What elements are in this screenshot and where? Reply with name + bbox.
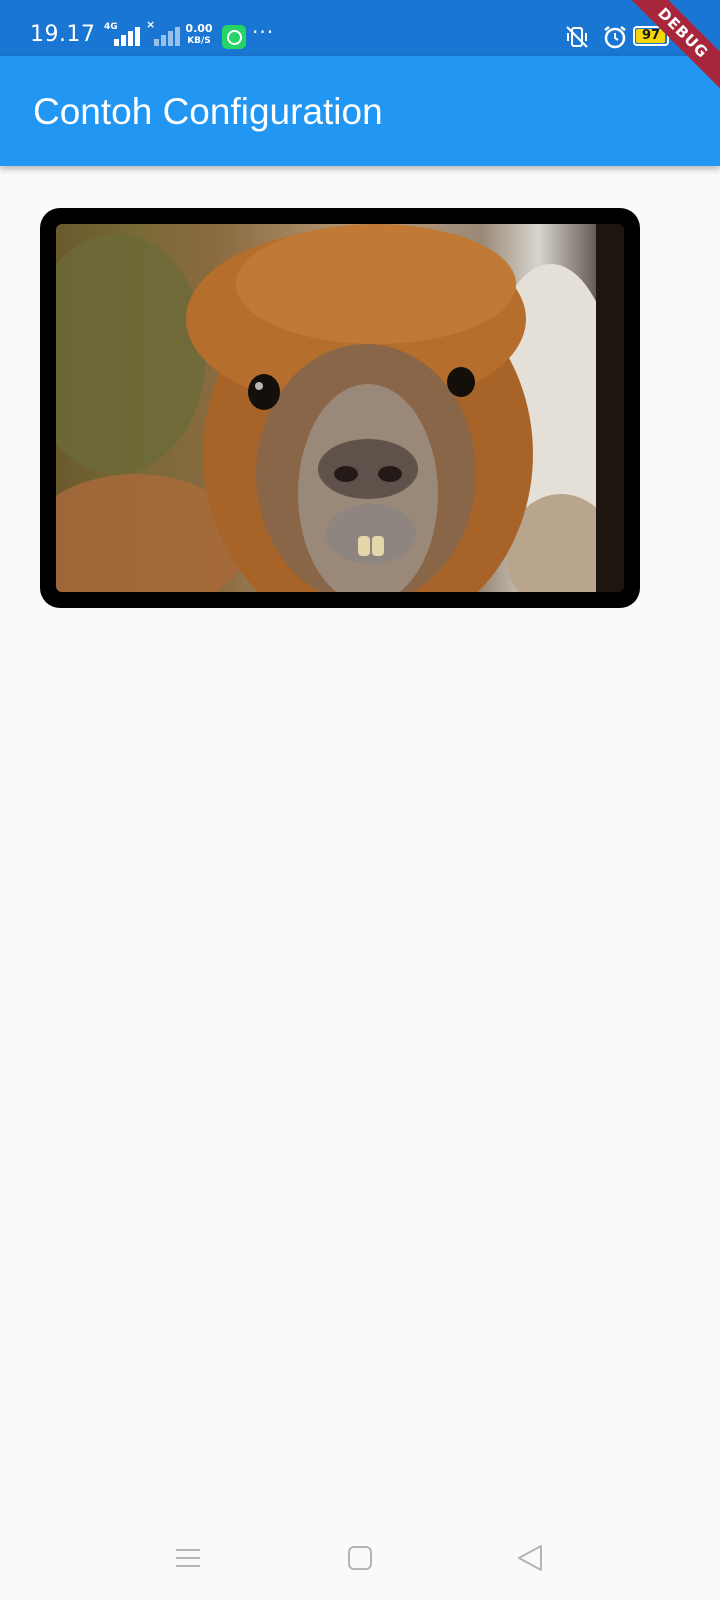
alarm-icon [604,26,626,49]
back-icon[interactable] [511,1538,551,1578]
alpaca-image [56,224,624,592]
menu-icon[interactable] [168,1538,208,1578]
home-icon[interactable] [340,1538,380,1578]
status-time: 19.17 [30,22,96,47]
network-speed-value: 0.00 [185,22,213,35]
app-bar-title: Contoh Configuration [33,91,383,132]
app-bar: Contoh Configuration [0,56,720,166]
whatsapp-icon [222,25,246,49]
network-speed: 0.00 KB/S [184,23,214,47]
status-bar: 19.17 4G × 0.00 KB/S ··· 97 [0,0,720,56]
network-speed-unit: KB/S [187,36,211,46]
vibrate-mode-icon [566,26,588,48]
image-frame [40,208,640,608]
system-navigation-bar [0,1520,720,1600]
more-notifications-icon: ··· [252,20,275,44]
